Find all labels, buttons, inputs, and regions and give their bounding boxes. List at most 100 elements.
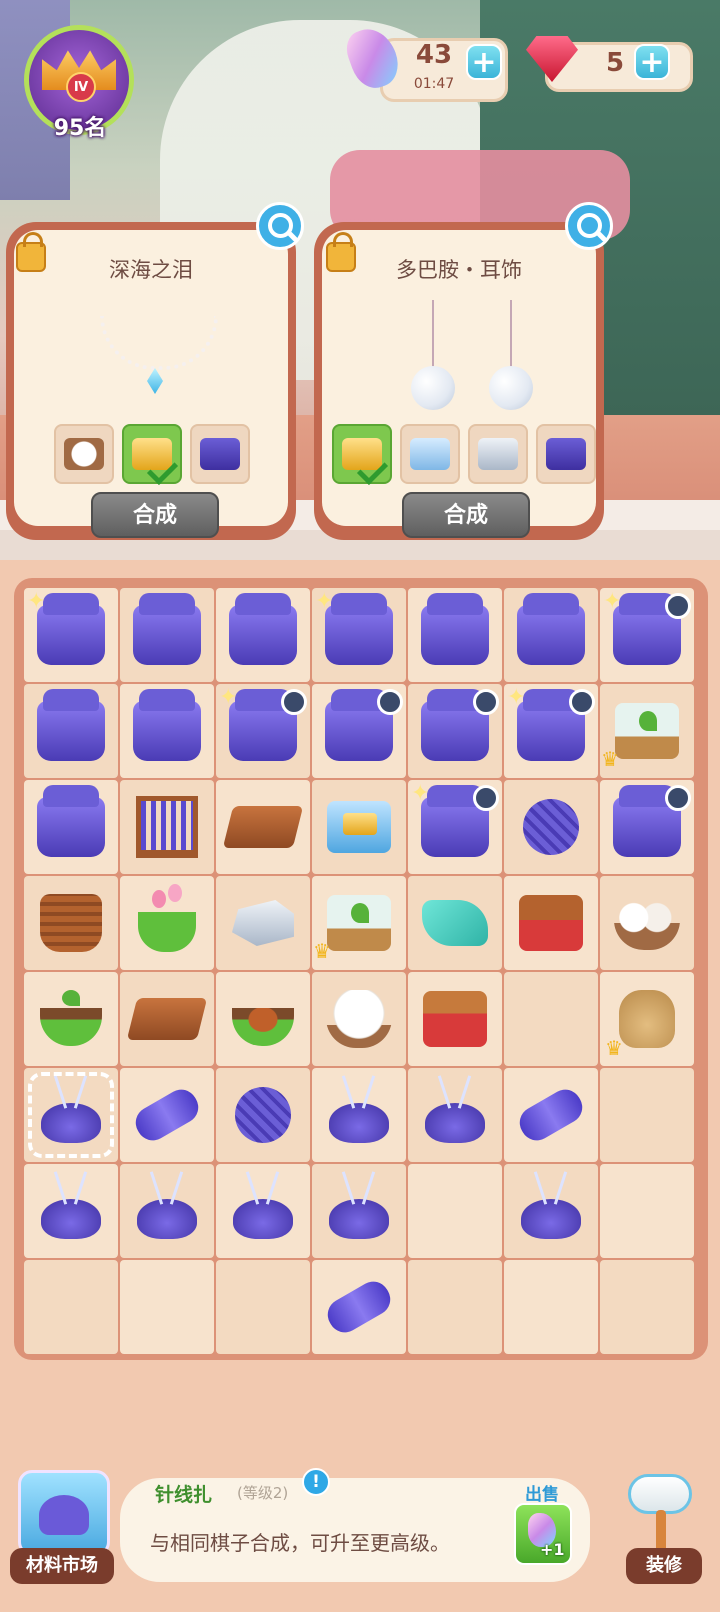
empty-board-cell[interactable] [600, 1164, 694, 1258]
board-cell[interactable] [216, 1164, 310, 1258]
board-cell[interactable] [120, 684, 214, 778]
sewing-box-icon[interactable] [133, 689, 201, 761]
board-cell[interactable] [408, 1068, 502, 1162]
board-cell[interactable] [120, 1164, 214, 1258]
sewing-box-icon[interactable] [133, 593, 201, 665]
add-gem-button[interactable]: + [634, 44, 670, 80]
seed-sack-icon[interactable]: ♛ [605, 990, 675, 1060]
board-cell[interactable] [600, 780, 694, 874]
board-cell[interactable] [408, 588, 502, 682]
flower-pot-icon[interactable] [138, 890, 196, 952]
sewing-box-icon[interactable] [325, 689, 403, 761]
board-cell[interactable] [24, 684, 118, 778]
empty-board-cell[interactable] [504, 1260, 598, 1354]
board-cell[interactable] [600, 876, 694, 970]
board-cell[interactable] [24, 972, 118, 1066]
wood-planks-icon[interactable] [126, 998, 208, 1040]
empty-board-cell[interactable] [216, 1260, 310, 1354]
board-cell[interactable] [216, 684, 310, 778]
pincushion-icon[interactable] [521, 1199, 581, 1239]
sewing-box-icon[interactable] [229, 593, 297, 665]
board-cell[interactable] [216, 780, 310, 874]
material-market-label[interactable]: 材料市场 [10, 1548, 114, 1584]
empty-board-cell[interactable] [600, 1260, 694, 1354]
info-alert-icon[interactable]: ! [302, 1468, 330, 1496]
silver-bars-icon[interactable] [232, 900, 294, 946]
empty-board-cell[interactable] [408, 1164, 502, 1258]
sewing-box-icon[interactable] [27, 589, 105, 665]
thread-spool-icon[interactable] [321, 1275, 397, 1339]
board-cell[interactable] [504, 780, 598, 874]
pincushion-icon[interactable] [41, 1199, 101, 1239]
empty-board-cell[interactable] [120, 1260, 214, 1354]
board-cell[interactable] [120, 876, 214, 970]
board-cell[interactable]: ♛ [600, 684, 694, 778]
log-basket-icon[interactable] [40, 894, 102, 952]
teal-cloth-icon[interactable] [422, 900, 488, 946]
sewing-box-icon[interactable] [315, 589, 393, 665]
board-cell[interactable] [504, 876, 598, 970]
thread-spool-icon[interactable] [129, 1083, 205, 1147]
thread-spool-icon[interactable] [513, 1083, 589, 1147]
board-cell[interactable] [216, 588, 310, 682]
order-2-search-button[interactable] [565, 202, 613, 250]
board-cell[interactable] [120, 1068, 214, 1162]
board-cell[interactable] [216, 972, 310, 1066]
sprout-box-icon[interactable]: ♛ [313, 895, 391, 963]
board-cell[interactable] [120, 972, 214, 1066]
sewing-box-icon[interactable] [421, 593, 489, 665]
board-cell[interactable]: ♛ [312, 876, 406, 970]
board-cell[interactable] [408, 684, 502, 778]
board-cell[interactable] [312, 972, 406, 1066]
board-cell[interactable] [120, 588, 214, 682]
board-cell[interactable] [24, 1068, 118, 1162]
board-cell[interactable] [312, 684, 406, 778]
board-cell[interactable]: ♛ [600, 972, 694, 1066]
board-cell[interactable] [600, 588, 694, 682]
paint-roller-icon[interactable] [622, 1468, 698, 1556]
pincushion-icon[interactable] [329, 1103, 389, 1143]
towel-bowl-icon[interactable] [614, 896, 680, 950]
sprout-box-icon[interactable]: ♛ [601, 703, 679, 771]
empty-board-cell[interactable] [504, 972, 598, 1066]
yarn-icon[interactable] [523, 799, 579, 855]
decorate-button[interactable]: 装修 [626, 1548, 702, 1584]
sewing-box-icon[interactable] [613, 785, 691, 857]
board-cell[interactable] [24, 876, 118, 970]
log-crate-red-icon[interactable] [423, 991, 487, 1047]
board-cell[interactable] [312, 780, 406, 874]
order-1-search-button[interactable] [256, 202, 304, 250]
yarn-icon[interactable] [235, 1087, 291, 1143]
loom-icon[interactable] [136, 796, 198, 858]
sewing-box-icon[interactable] [411, 781, 499, 857]
seedling-bowl-icon[interactable] [40, 990, 102, 1046]
sewing-box-icon[interactable] [37, 689, 105, 761]
cotton-bowl-icon[interactable] [326, 990, 392, 1048]
board-cell[interactable] [408, 876, 502, 970]
add-energy-button[interactable]: + [466, 44, 502, 80]
pincushion-icon[interactable] [41, 1103, 101, 1143]
board-cell[interactable] [504, 588, 598, 682]
pincushion-icon[interactable] [329, 1199, 389, 1239]
sewing-box-icon[interactable] [219, 685, 307, 761]
board-cell[interactable] [312, 1260, 406, 1354]
board-cell[interactable] [504, 1164, 598, 1258]
order-1-combine-button[interactable]: 合成 [91, 492, 219, 538]
board-cell[interactable] [408, 780, 502, 874]
sewing-box-icon[interactable] [603, 589, 691, 665]
pincushion-icon[interactable] [233, 1199, 293, 1239]
pincushion-icon[interactable] [137, 1199, 197, 1239]
material-market-button[interactable] [18, 1470, 110, 1556]
board-cell[interactable] [312, 588, 406, 682]
sewing-box-icon[interactable] [517, 593, 585, 665]
order-2-combine-button[interactable]: 合成 [402, 492, 530, 538]
board-cell[interactable] [24, 780, 118, 874]
sewing-box-icon[interactable] [37, 785, 105, 857]
board-cell[interactable] [408, 972, 502, 1066]
board-cell[interactable] [504, 684, 598, 778]
board-cell[interactable] [24, 588, 118, 682]
board-cell[interactable] [504, 1068, 598, 1162]
sewing-box-icon[interactable] [507, 685, 595, 761]
empty-board-cell[interactable] [24, 1260, 118, 1354]
board-cell[interactable] [312, 1068, 406, 1162]
